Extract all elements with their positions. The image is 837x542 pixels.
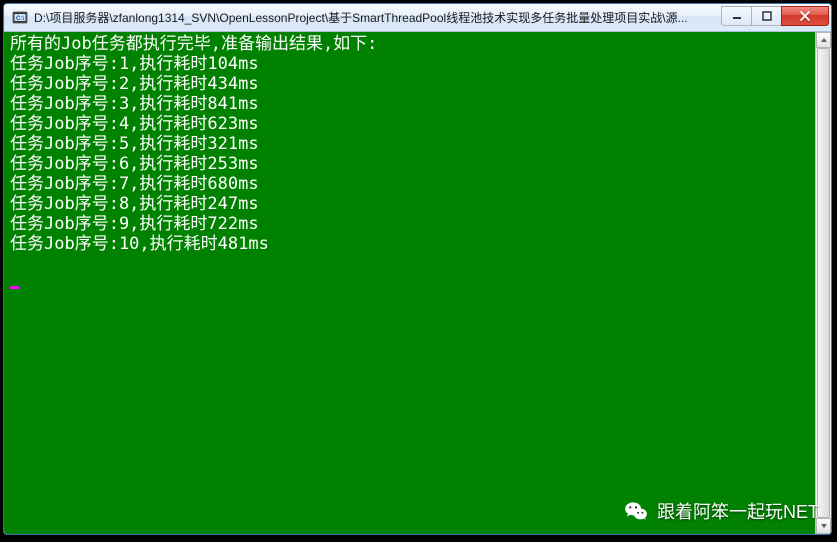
- app-window: C:\ D:\项目服务器\zfanlong1314_SVN\OpenLesson…: [3, 3, 832, 535]
- console-row: 任务Job序号:2,执行耗时434ms: [10, 74, 259, 94]
- console-row: 任务Job序号:3,执行耗时841ms: [10, 94, 259, 114]
- console-row: 任务Job序号:6,执行耗时253ms: [10, 154, 259, 174]
- console-output[interactable]: 所有的Job任务都执行完毕,准备输出结果,如下: 任务Job序号:1,执行耗时1…: [4, 32, 815, 534]
- app-icon: C:\: [12, 10, 28, 26]
- titlebar[interactable]: C:\ D:\项目服务器\zfanlong1314_SVN\OpenLesson…: [4, 4, 831, 32]
- scroll-down-button[interactable]: [816, 518, 831, 534]
- cursor: [10, 286, 19, 289]
- console-row: 任务Job序号:8,执行耗时247ms: [10, 194, 259, 214]
- window-title: D:\项目服务器\zfanlong1314_SVN\OpenLessonProj…: [34, 9, 715, 26]
- minimize-button[interactable]: [721, 6, 751, 26]
- console-row: 任务Job序号:9,执行耗时722ms: [10, 214, 259, 234]
- window-controls: [721, 6, 829, 26]
- console-row: 任务Job序号:7,执行耗时680ms: [10, 174, 259, 194]
- console-row: 任务Job序号:10,执行耗时481ms: [10, 234, 269, 254]
- scroll-up-button[interactable]: [816, 32, 831, 48]
- vertical-scrollbar[interactable]: [815, 32, 831, 534]
- console-row: 任务Job序号:4,执行耗时623ms: [10, 114, 259, 134]
- svg-text:C:\: C:\: [16, 16, 24, 22]
- console-header-line: 所有的Job任务都执行完毕,准备输出结果,如下:: [10, 34, 377, 54]
- maximize-button[interactable]: [751, 6, 781, 26]
- console-area: 所有的Job任务都执行完毕,准备输出结果,如下: 任务Job序号:1,执行耗时1…: [4, 32, 831, 534]
- close-button[interactable]: [781, 6, 829, 26]
- scroll-thumb[interactable]: [817, 48, 830, 518]
- console-row: 任务Job序号:5,执行耗时321ms: [10, 134, 259, 154]
- console-row: 任务Job序号:1,执行耗时104ms: [10, 54, 259, 74]
- scroll-track[interactable]: [816, 48, 831, 518]
